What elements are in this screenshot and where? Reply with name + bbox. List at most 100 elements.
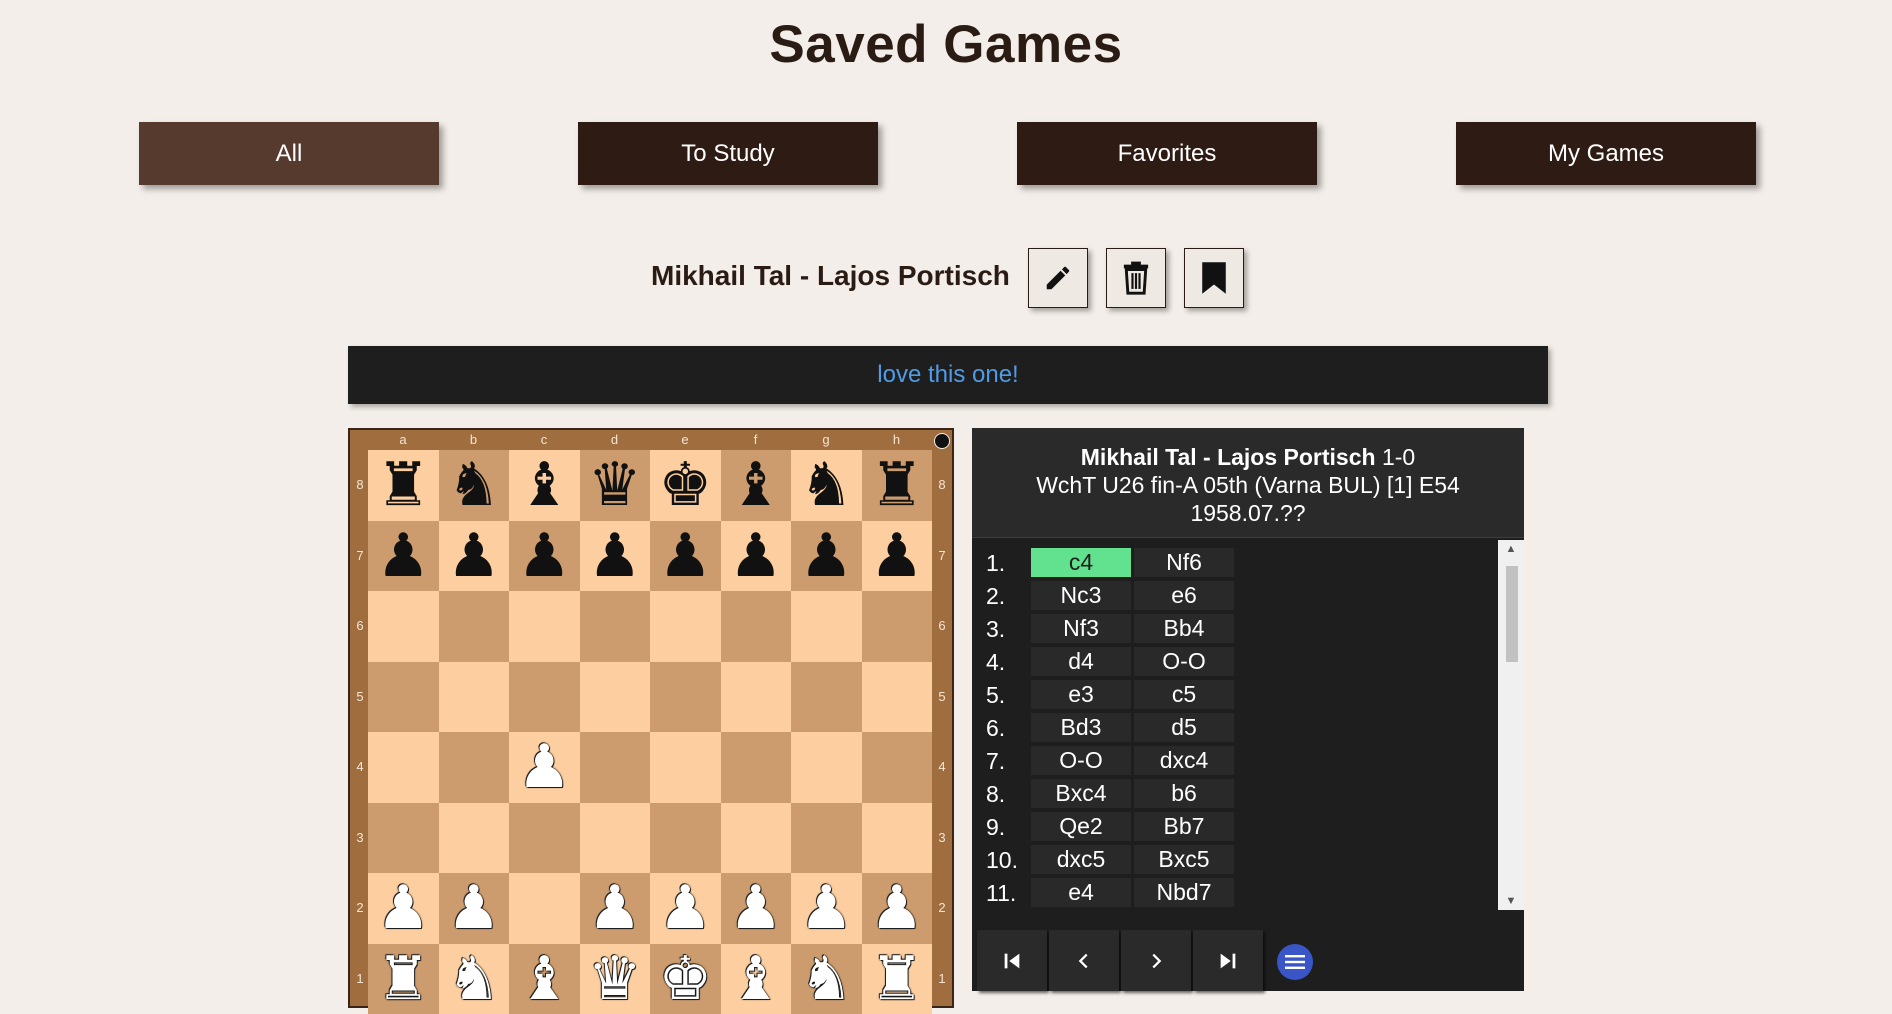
black-bishop-icon[interactable]: ♝: [729, 455, 783, 515]
white-move[interactable]: Nf3: [1031, 614, 1131, 643]
square-e8[interactable]: ♚: [650, 450, 721, 521]
black-pawn-icon[interactable]: ♟: [588, 526, 642, 586]
black-move[interactable]: O-O: [1134, 647, 1234, 676]
square-f1[interactable]: ♝: [721, 944, 792, 1014]
square-g8[interactable]: ♞: [791, 450, 862, 521]
move-menu-button[interactable]: [1277, 944, 1313, 980]
delete-button[interactable]: [1106, 248, 1166, 308]
black-move[interactable]: e6: [1134, 581, 1234, 610]
white-rook-icon[interactable]: ♜: [870, 949, 924, 1009]
square-d8[interactable]: ♛: [580, 450, 651, 521]
first-move-button[interactable]: [977, 930, 1047, 991]
square-d2[interactable]: ♟: [580, 873, 651, 944]
tab-to-study[interactable]: To Study: [578, 122, 878, 185]
square-b8[interactable]: ♞: [439, 450, 510, 521]
white-pawn-icon[interactable]: ♟: [376, 878, 430, 938]
black-knight-icon[interactable]: ♞: [447, 455, 501, 515]
square-f5[interactable]: [721, 662, 792, 733]
square-e3[interactable]: [650, 803, 721, 874]
square-c1[interactable]: ♝: [509, 944, 580, 1014]
white-pawn-icon[interactable]: ♟: [658, 878, 712, 938]
white-move[interactable]: e4: [1031, 878, 1131, 907]
white-move[interactable]: e3: [1031, 680, 1131, 709]
square-d5[interactable]: [580, 662, 651, 733]
white-pawn-icon[interactable]: ♟: [588, 878, 642, 938]
square-b4[interactable]: [439, 732, 510, 803]
square-h4[interactable]: [862, 732, 933, 803]
white-move[interactable]: Bd3: [1031, 713, 1131, 742]
square-c7[interactable]: ♟: [509, 521, 580, 592]
square-b7[interactable]: ♟: [439, 521, 510, 592]
white-move[interactable]: d4: [1031, 647, 1131, 676]
square-b3[interactable]: [439, 803, 510, 874]
white-pawn-icon[interactable]: ♟: [447, 878, 501, 938]
square-h3[interactable]: [862, 803, 933, 874]
square-g5[interactable]: [791, 662, 862, 733]
square-c3[interactable]: [509, 803, 580, 874]
square-b5[interactable]: [439, 662, 510, 733]
square-g6[interactable]: [791, 591, 862, 662]
white-rook-icon[interactable]: ♜: [376, 949, 430, 1009]
black-pawn-icon[interactable]: ♟: [447, 526, 501, 586]
move-list-scrollbar[interactable]: ▲ ▼: [1498, 540, 1524, 910]
square-a6[interactable]: [368, 591, 439, 662]
square-h1[interactable]: ♜: [862, 944, 933, 1014]
square-b1[interactable]: ♞: [439, 944, 510, 1014]
white-move[interactable]: Qe2: [1031, 812, 1131, 841]
square-c6[interactable]: [509, 591, 580, 662]
square-g3[interactable]: [791, 803, 862, 874]
black-move[interactable]: dxc4: [1134, 746, 1234, 775]
black-king-icon[interactable]: ♚: [658, 455, 712, 515]
white-queen-icon[interactable]: ♛: [588, 949, 642, 1009]
scroll-thumb[interactable]: [1506, 566, 1518, 662]
square-a5[interactable]: [368, 662, 439, 733]
white-pawn-icon[interactable]: ♟: [729, 878, 783, 938]
black-pawn-icon[interactable]: ♟: [870, 526, 924, 586]
square-c8[interactable]: ♝: [509, 450, 580, 521]
white-bishop-icon[interactable]: ♝: [517, 949, 571, 1009]
white-move[interactable]: Nc3: [1031, 581, 1131, 610]
black-rook-icon[interactable]: ♜: [376, 455, 430, 515]
black-pawn-icon[interactable]: ♟: [376, 526, 430, 586]
tab-favorites[interactable]: Favorites: [1017, 122, 1317, 185]
black-move[interactable]: b6: [1134, 779, 1234, 808]
square-f2[interactable]: ♟: [721, 873, 792, 944]
previous-move-button[interactable]: [1049, 930, 1119, 991]
square-a3[interactable]: [368, 803, 439, 874]
black-bishop-icon[interactable]: ♝: [517, 455, 571, 515]
square-d1[interactable]: ♛: [580, 944, 651, 1014]
square-e5[interactable]: [650, 662, 721, 733]
square-c4[interactable]: ♟: [509, 732, 580, 803]
square-d6[interactable]: [580, 591, 651, 662]
square-c5[interactable]: [509, 662, 580, 733]
black-move[interactable]: c5: [1134, 680, 1234, 709]
square-b6[interactable]: [439, 591, 510, 662]
square-e2[interactable]: ♟: [650, 873, 721, 944]
black-move[interactable]: Nf6: [1134, 548, 1234, 577]
white-move[interactable]: O-O: [1031, 746, 1131, 775]
white-knight-icon[interactable]: ♞: [447, 949, 501, 1009]
black-pawn-icon[interactable]: ♟: [729, 526, 783, 586]
bookmark-button[interactable]: [1184, 248, 1244, 308]
square-g7[interactable]: ♟: [791, 521, 862, 592]
square-f3[interactable]: [721, 803, 792, 874]
black-knight-icon[interactable]: ♞: [799, 455, 853, 515]
square-e4[interactable]: [650, 732, 721, 803]
square-a2[interactable]: ♟: [368, 873, 439, 944]
scroll-up-arrow-icon[interactable]: ▲: [1498, 540, 1524, 558]
square-h2[interactable]: ♟: [862, 873, 933, 944]
square-d7[interactable]: ♟: [580, 521, 651, 592]
white-bishop-icon[interactable]: ♝: [729, 949, 783, 1009]
square-e7[interactable]: ♟: [650, 521, 721, 592]
square-a7[interactable]: ♟: [368, 521, 439, 592]
white-move[interactable]: Bxc4: [1031, 779, 1131, 808]
black-queen-icon[interactable]: ♛: [588, 455, 642, 515]
black-move[interactable]: Nbd7: [1134, 878, 1234, 907]
square-h6[interactable]: [862, 591, 933, 662]
square-a4[interactable]: [368, 732, 439, 803]
square-f7[interactable]: ♟: [721, 521, 792, 592]
black-pawn-icon[interactable]: ♟: [658, 526, 712, 586]
square-e6[interactable]: [650, 591, 721, 662]
square-a8[interactable]: ♜: [368, 450, 439, 521]
square-c2[interactable]: [509, 873, 580, 944]
